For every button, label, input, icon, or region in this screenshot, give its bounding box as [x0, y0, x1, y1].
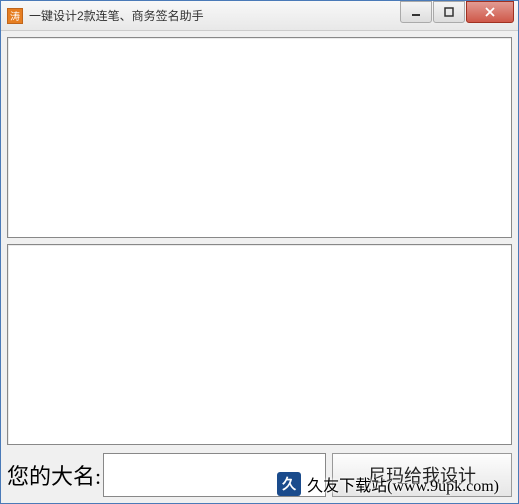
client-area: 您的大名: 尼玛给我设计: [1, 31, 518, 503]
maximize-icon: [443, 7, 455, 17]
name-input[interactable]: [103, 453, 326, 497]
name-label: 您的大名:: [7, 453, 103, 497]
minimize-button[interactable]: [400, 1, 432, 23]
titlebar[interactable]: 涛 一键设计2款连笔、商务签名助手: [1, 1, 518, 31]
signature-panel-top: [7, 37, 512, 238]
window-title: 一键设计2款连笔、商务签名助手: [29, 7, 400, 24]
input-row: 您的大名: 尼玛给我设计: [7, 453, 512, 497]
minimize-icon: [410, 7, 422, 17]
app-icon: 涛: [7, 8, 23, 24]
close-icon: [484, 7, 496, 17]
window-controls: [400, 1, 518, 30]
close-button[interactable]: [466, 1, 514, 23]
signature-panel-bottom: [7, 244, 512, 445]
app-window: 涛 一键设计2款连笔、商务签名助手 您的大名: 尼玛给我设计: [0, 0, 519, 504]
maximize-button[interactable]: [433, 1, 465, 23]
design-button[interactable]: 尼玛给我设计: [332, 453, 512, 497]
